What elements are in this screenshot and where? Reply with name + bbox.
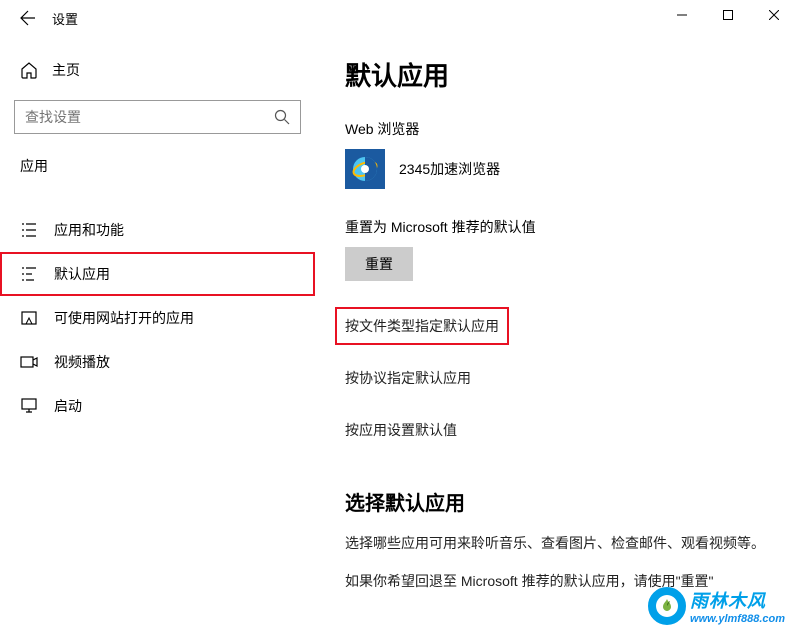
back-button[interactable] <box>8 0 48 36</box>
web-browser-app[interactable]: 2345加速浏览器 <box>345 149 767 189</box>
search-input[interactable] <box>25 109 274 125</box>
sidebar-item-video-playback[interactable]: 视频播放 <box>0 340 315 384</box>
watermark-logo-icon <box>648 587 686 625</box>
sidebar-item-label: 视频播放 <box>54 352 110 372</box>
browser-app-name: 2345加速浏览器 <box>399 159 500 179</box>
link-by-protocol[interactable]: 按协议指定默认应用 <box>345 361 471 395</box>
back-arrow-icon <box>20 10 36 26</box>
sidebar-item-default-apps[interactable]: 默认应用 <box>0 252 315 296</box>
watermark-name: 雨林木风 <box>690 587 785 613</box>
reset-button[interactable]: 重置 <box>345 247 413 281</box>
watermark-url: www.ylmf888.com <box>690 613 785 625</box>
maximize-button[interactable] <box>705 0 751 30</box>
window-title: 设置 <box>52 9 78 28</box>
section-label: 应用 <box>0 148 315 190</box>
sidebar-item-label: 默认应用 <box>54 264 110 284</box>
home-label: 主页 <box>52 60 80 80</box>
minimize-button[interactable] <box>659 0 705 30</box>
sidebar-item-apps-features[interactable]: 应用和功能 <box>0 208 315 252</box>
offline-maps-icon <box>20 309 38 327</box>
watermark: 雨林木风 www.ylmf888.com <box>648 587 785 625</box>
link-by-app[interactable]: 按应用设置默认值 <box>345 413 457 447</box>
maximize-icon <box>723 10 733 20</box>
video-icon <box>20 353 38 371</box>
reset-label: 重置为 Microsoft 推荐的默认值 <box>345 217 767 237</box>
search-box[interactable] <box>14 100 301 134</box>
defaults-icon <box>20 265 38 283</box>
sidebar-item-website-apps[interactable]: 可使用网站打开的应用 <box>0 296 315 340</box>
web-browser-label: Web 浏览器 <box>345 119 767 139</box>
browser-app-icon <box>345 149 385 189</box>
main-content: 默认应用 Web 浏览器 2345加速浏览器 重置为 Microsoft 推荐的… <box>315 36 797 633</box>
search-icon <box>274 109 290 125</box>
choose-text-1: 选择哪些应用可用来聆听音乐、查看图片、检查邮件、观看视频等。 <box>345 532 767 554</box>
link-by-file-type[interactable]: 按文件类型指定默认应用 <box>337 309 507 343</box>
list-icon <box>20 221 38 239</box>
sidebar-item-label: 可使用网站打开的应用 <box>54 308 194 328</box>
close-icon <box>769 10 779 20</box>
choose-title: 选择默认应用 <box>345 487 767 516</box>
home-link[interactable]: 主页 <box>0 52 315 88</box>
startup-icon <box>20 397 38 415</box>
sidebar-item-label: 应用和功能 <box>54 220 124 240</box>
sidebar-item-label: 启动 <box>54 396 82 416</box>
sidebar-item-startup[interactable]: 启动 <box>0 384 315 428</box>
page-title: 默认应用 <box>345 56 767 93</box>
home-icon <box>20 61 38 79</box>
sidebar: 主页 应用 应用和功能 默认应用 <box>0 36 315 633</box>
minimize-icon <box>677 10 687 20</box>
close-button[interactable] <box>751 0 797 30</box>
